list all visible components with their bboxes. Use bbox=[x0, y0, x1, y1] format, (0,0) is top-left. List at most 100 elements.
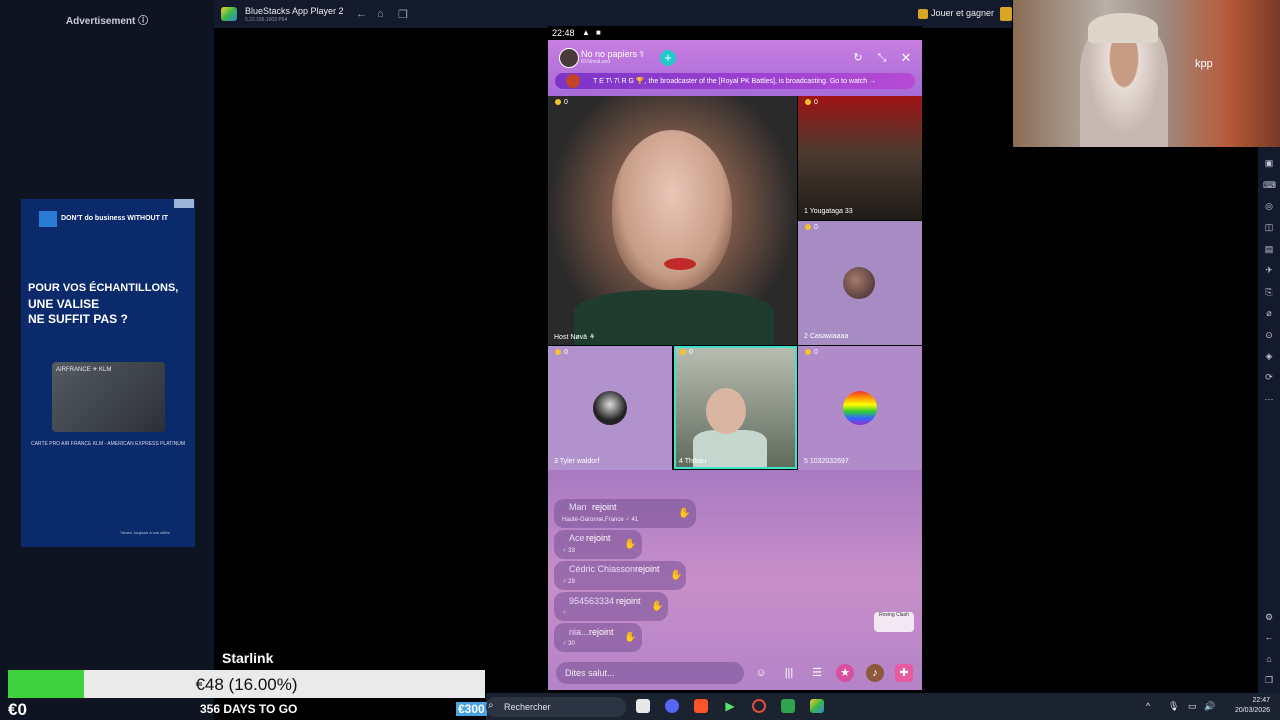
amex-logo-icon bbox=[39, 211, 57, 227]
sidebar-macro-icon[interactable]: ⌀ bbox=[1263, 308, 1275, 318]
guest-2-avatar bbox=[843, 267, 875, 299]
chat-join-text: rejoint bbox=[586, 533, 611, 543]
kick-icon[interactable]: ▶ bbox=[723, 699, 737, 713]
back-icon[interactable]: ← bbox=[356, 8, 367, 20]
webcam-shirt-text: kpp bbox=[1195, 58, 1213, 70]
wave-icon[interactable]: ✋ bbox=[678, 508, 690, 519]
wave-icon[interactable]: ✋ bbox=[651, 601, 663, 612]
card-brand-text: AIRFRANCE ✈ KLM bbox=[56, 367, 112, 373]
emoji-icon[interactable]: ☺ bbox=[752, 664, 770, 682]
chat-join-text: rejoint bbox=[589, 627, 614, 637]
guest-4-name: 4 Thibau bbox=[679, 458, 707, 465]
chat-user-name[interactable]: 954563334 bbox=[569, 596, 614, 606]
status-clock: 22:48 bbox=[552, 28, 575, 38]
taskbar-time[interactable]: 22:47 bbox=[1218, 697, 1270, 704]
menu-icon[interactable]: ☰ bbox=[808, 664, 826, 682]
tray-chevron-icon[interactable]: ^ bbox=[1146, 701, 1150, 711]
sidebar-apk-icon[interactable]: ▣ bbox=[1263, 158, 1275, 168]
goal-title: Starlink bbox=[222, 650, 274, 666]
game-icon[interactable]: ★ bbox=[836, 664, 854, 682]
wave-icon[interactable]: ✋ bbox=[624, 539, 636, 550]
sidebar-sync-icon[interactable]: ⟳ bbox=[1263, 372, 1275, 382]
host-coin-count: 0 bbox=[555, 99, 568, 106]
sidebar-home-icon[interactable]: ⌂ bbox=[1263, 654, 1275, 664]
taskbar-date[interactable]: 20/03/2026 bbox=[1218, 707, 1270, 714]
instrument-icon[interactable]: ♪ bbox=[866, 664, 884, 682]
spreadsheet-icon[interactable] bbox=[781, 699, 795, 713]
sidebar-more-icon[interactable]: ⋯ bbox=[1263, 394, 1275, 404]
taskview-icon[interactable] bbox=[636, 699, 650, 713]
chat-user-info: ♂ 30 bbox=[562, 641, 575, 647]
guest-1-coins: 0 bbox=[805, 99, 818, 106]
microphone-icon[interactable]: 🎙 bbox=[1168, 701, 1179, 712]
ad-brand-text: DON'T do business WITHOUT IT bbox=[61, 215, 169, 222]
multitask-icon[interactable]: ❐ bbox=[398, 8, 408, 21]
guest-5-coins: 0 bbox=[805, 349, 818, 356]
recorder-icon[interactable] bbox=[752, 699, 766, 713]
chat-user-name[interactable]: Cédric Chiasson bbox=[569, 564, 635, 574]
audio-icon[interactable]: ||| bbox=[780, 664, 798, 682]
sidebar-location-icon[interactable]: ⊙ bbox=[1263, 330, 1275, 340]
chat-user-name[interactable]: Man bbox=[569, 502, 587, 512]
roving-clash-badge[interactable]: Roving Clash bbox=[874, 612, 914, 632]
webcam-cap bbox=[1088, 13, 1158, 43]
sidebar-recents-icon[interactable]: ❐ bbox=[1263, 675, 1275, 685]
sidebar-back-icon[interactable]: ← bbox=[1263, 632, 1275, 642]
chat-user-info: ♂ 33 bbox=[562, 548, 575, 554]
share-icon[interactable]: ↻ bbox=[850, 50, 866, 66]
host-lips bbox=[664, 258, 696, 270]
chat-input-placeholder: Dites salut... bbox=[565, 668, 615, 678]
guest-3-name: 3 Tyler waldorf bbox=[554, 458, 600, 465]
sidebar-rotate-icon[interactable]: ⎘ bbox=[1263, 287, 1275, 297]
display-icon[interactable]: ▭ bbox=[1188, 701, 1197, 712]
home-icon[interactable]: ⌂ bbox=[377, 8, 384, 20]
sidebar-layers-icon[interactable]: ◈ bbox=[1263, 351, 1275, 361]
guest-3-coins: 0 bbox=[555, 349, 568, 356]
chat-user-name[interactable]: nia... bbox=[569, 627, 589, 637]
chat-user-info: Haute-Garonne,France ♂ 41 bbox=[562, 517, 639, 523]
volume-icon[interactable]: 🔊 bbox=[1204, 701, 1215, 712]
goal-progress-text: €48 (16.00%) bbox=[195, 675, 298, 694]
close-icon[interactable]: ✕ bbox=[898, 50, 914, 66]
chat-join-text: rejoint bbox=[635, 564, 660, 574]
goal-start-amount: €0 bbox=[8, 700, 27, 719]
gift-icon bbox=[918, 9, 928, 19]
banner-avatar-icon bbox=[566, 74, 580, 88]
window-version: 5.22.156.1003 P64 bbox=[245, 17, 288, 23]
brave-icon[interactable] bbox=[694, 699, 708, 713]
chat-join-text: rejoint bbox=[592, 502, 617, 512]
goal-target-amount: €300 bbox=[456, 702, 487, 716]
host-name: Host Nøvä ⚘ bbox=[554, 334, 596, 341]
ad-footnote: *Amex, toujours à vos côtés bbox=[120, 530, 170, 535]
play-and-win-button[interactable]: Jouer et gagner bbox=[931, 8, 994, 18]
sidebar-shake-icon[interactable]: ✈ bbox=[1263, 265, 1275, 275]
discord-icon[interactable] bbox=[665, 699, 679, 713]
guest-tile-1[interactable] bbox=[798, 96, 922, 220]
guest-2-coins: 0 bbox=[805, 224, 818, 231]
sidebar-settings-icon[interactable]: ⚙ bbox=[1263, 612, 1275, 622]
sidebar-screenshot-icon[interactable]: ◎ bbox=[1263, 201, 1275, 211]
host-avatar[interactable] bbox=[559, 48, 579, 68]
sidebar-keyboard-icon[interactable]: ⌨ bbox=[1263, 180, 1276, 190]
chat-join-text: rejoint bbox=[616, 596, 641, 606]
chat-user-info: ♂ bbox=[562, 610, 567, 616]
wave-icon[interactable]: ✋ bbox=[670, 570, 682, 581]
guest-5-avatar bbox=[843, 391, 877, 425]
bluestacks-taskbar-icon[interactable] bbox=[810, 699, 824, 713]
gift-icon[interactable]: ✚ bbox=[895, 664, 913, 682]
sidebar-media-icon[interactable]: ▤ bbox=[1263, 244, 1275, 254]
wave-icon[interactable]: ✋ bbox=[624, 632, 636, 643]
goal-days-remaining: 356 DAYS TO GO bbox=[200, 702, 298, 716]
ad-close-icon[interactable] bbox=[174, 199, 194, 208]
guest-3-avatar bbox=[593, 391, 627, 425]
follow-plus-button[interactable]: + bbox=[660, 50, 676, 66]
sidebar-record-icon[interactable]: ◫ bbox=[1263, 222, 1275, 232]
chat-user-info: ♂ 29 bbox=[562, 579, 575, 585]
rewards-icon[interactable] bbox=[1000, 7, 1012, 21]
ad-headline-3: NE SUFFIT PAS ? bbox=[28, 312, 128, 326]
guest-5-name: 5 1032032697 bbox=[804, 458, 849, 465]
bluestacks-logo-icon bbox=[221, 7, 237, 21]
ad-label: Advertisement ⓘ bbox=[65, 16, 149, 27]
minimize-icon[interactable]: ⤡ bbox=[874, 50, 890, 66]
chat-user-name[interactable]: Ace bbox=[569, 533, 585, 543]
